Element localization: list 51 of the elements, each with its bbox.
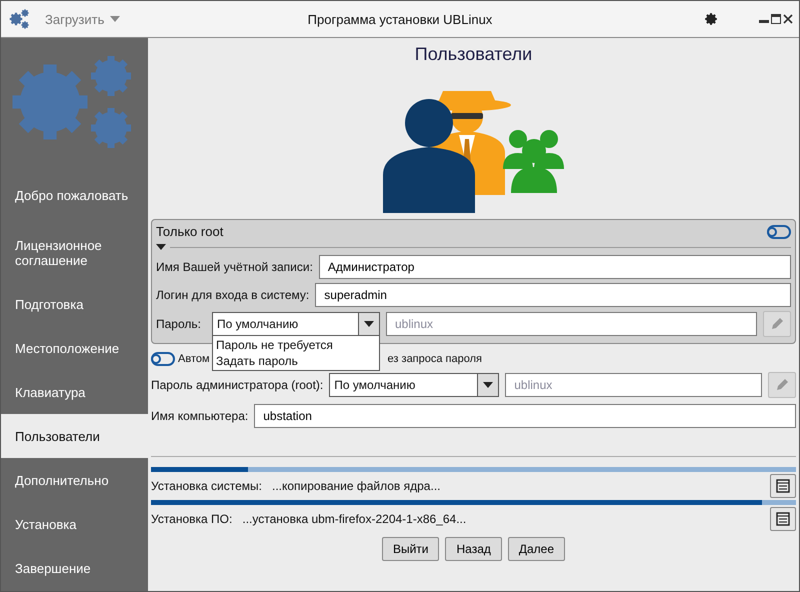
- sidebar-item[interactable]: Местоположение: [1, 326, 148, 370]
- password-dropdown[interactable]: По умолчанию: [329, 373, 500, 397]
- sidebar-item[interactable]: Подготовка: [1, 282, 148, 326]
- input-field[interactable]: ublinux: [505, 373, 762, 397]
- sidebar-item[interactable]: Дополнительно: [1, 458, 148, 502]
- toggle-switch[interactable]: [767, 224, 791, 238]
- list-icon: [776, 479, 790, 493]
- log-button[interactable]: [770, 474, 796, 498]
- progress-label: Установка системы:: [151, 479, 262, 493]
- input-field[interactable]: superadmin: [315, 283, 791, 307]
- field-label: Пароль администратора (root):: [151, 378, 324, 392]
- nav-button[interactable]: Выйти: [382, 537, 440, 561]
- progress-status: ...копирование файлов ядра...: [272, 479, 440, 493]
- sidebar-item[interactable]: Пользователи: [1, 414, 148, 458]
- maximize-icon[interactable]: [771, 14, 781, 24]
- autologin-label: ез запроса пароля: [388, 353, 482, 365]
- nav-button[interactable]: Назад: [445, 537, 502, 561]
- gears-icon: [7, 7, 31, 31]
- caret-icon: [364, 321, 374, 327]
- caret-icon[interactable]: [156, 244, 166, 250]
- list-icon: [776, 512, 790, 526]
- caret-icon: [110, 16, 120, 22]
- window-title: Программа установки UBLinux: [308, 12, 492, 26]
- nav-button[interactable]: Далее: [508, 537, 566, 561]
- sidebar-item[interactable]: Клавиатура: [1, 370, 148, 414]
- log-button[interactable]: [770, 507, 796, 531]
- field-label: Пароль:: [156, 317, 202, 331]
- settings-icon[interactable]: [703, 11, 719, 27]
- menu-item[interactable]: Задать пароль: [213, 353, 379, 369]
- caret-icon: [483, 382, 494, 388]
- sidebar-item[interactable]: Завершение: [1, 546, 148, 590]
- toggle-switch[interactable]: [151, 352, 175, 366]
- page-title: Пользователи: [414, 44, 532, 64]
- load-menu[interactable]: Загрузить: [41, 10, 124, 28]
- input-field[interactable]: ubstation: [254, 404, 796, 428]
- sidebar-item[interactable]: Установка: [1, 502, 148, 546]
- menu-item[interactable]: Пароль не требуется: [213, 337, 379, 353]
- input-field[interactable]: Администратор: [318, 255, 791, 279]
- sidebar-item[interactable]: Добро пожаловать: [1, 166, 148, 224]
- autologin-label: Автом: [178, 353, 210, 365]
- sidebar-item[interactable]: Лицензионное соглашение: [1, 224, 148, 282]
- field-label: Логин для входа в систему:: [156, 288, 310, 302]
- progress-label: Установка ПО:: [151, 512, 232, 526]
- pencil-icon: [775, 378, 789, 392]
- pencil-icon: [770, 317, 784, 331]
- root-only-label: Только root: [156, 224, 224, 239]
- field-label: Имя компьютера:: [151, 409, 248, 423]
- progress-status: ...установка ubm-firefox-2204-1-x86_64...: [242, 512, 466, 526]
- close-icon[interactable]: [783, 14, 793, 24]
- input-field[interactable]: ublinux: [386, 312, 757, 336]
- field-label: Имя Вашей учётной записи:: [156, 260, 313, 274]
